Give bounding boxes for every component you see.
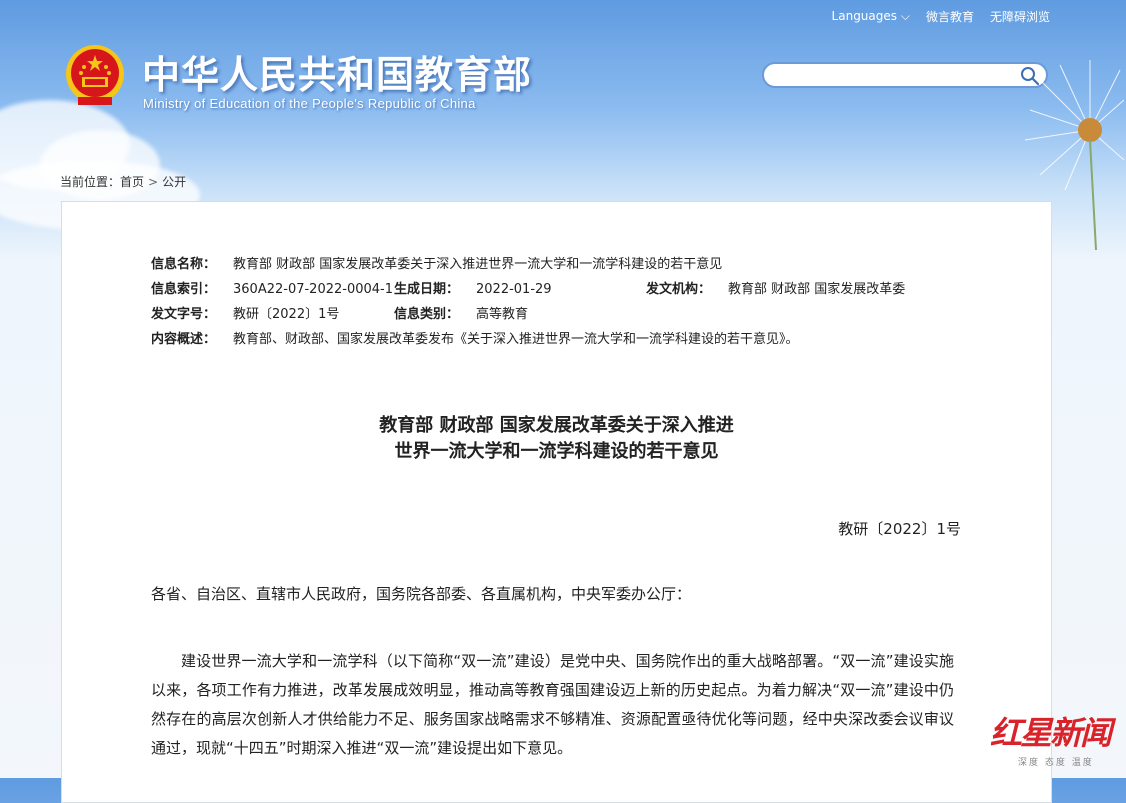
accessibility-link[interactable]: 无障碍浏览 — [990, 8, 1050, 25]
document-title-line2: 世界一流大学和一流学科建设的若干意见 — [394, 441, 719, 462]
chevron-right-icon: > — [148, 175, 159, 189]
meta-index-label: 信息索引： — [151, 282, 217, 297]
search-input[interactable] — [776, 64, 1020, 88]
weiyan-link[interactable]: 微言教育 — [926, 8, 974, 25]
meta-summary-label: 内容概述： — [151, 332, 217, 347]
breadcrumb-home[interactable]: 首页 — [120, 175, 144, 189]
meta-category-label: 信息类别： — [394, 307, 460, 322]
watermark-slogan: 深度 态度 温度 — [1018, 758, 1094, 768]
breadcrumb: 当前位置：首页 > 公开 — [60, 173, 186, 190]
meta-docnum-value: 教研〔2022〕1号 — [233, 307, 340, 322]
site-title: 中华人民共和国教育部 — [142, 53, 533, 97]
meta-name-label: 信息名称： — [151, 257, 217, 272]
languages-menu[interactable]: Languages ⌵ — [832, 9, 910, 24]
national-emblem-icon — [66, 45, 124, 105]
watermark-logo: 红星新闻 — [990, 714, 1112, 752]
chevron-down-icon: ⌵ — [900, 9, 910, 23]
breadcrumb-prefix: 当前位置： — [60, 175, 121, 189]
document-title: 教育部 财政部 国家发展改革委关于深入推进 世界一流大学和一流学科建设的若干意见 — [62, 413, 1051, 465]
meta-docnum-label: 发文字号： — [151, 307, 217, 322]
meta-date-value: 2022-01-29 — [476, 282, 552, 297]
meta-index-value: 360A22-07-2022-0004-1 — [233, 282, 393, 297]
document-addressee: 各省、自治区、直辖市人民政府，国务院各部委、各直属机构，中央军委办公厅： — [151, 585, 692, 603]
meta-date-label: 生成日期： — [394, 282, 460, 297]
top-nav: Languages ⌵ 微言教育 无障碍浏览 — [832, 8, 1050, 25]
languages-label: Languages — [831, 9, 898, 23]
meta-summary-value: 教育部、财政部、国家发展改革委发布《关于深入推进世界一流大学和一流学科建设的若干… — [233, 332, 799, 347]
meta-org-value: 教育部 财政部 国家发展改革委 — [728, 282, 906, 297]
site-subtitle: Ministry of Education of the People's Re… — [143, 96, 476, 111]
content-panel: 信息名称： 教育部 财政部 国家发展改革委关于深入推进世界一流大学和一流学科建设… — [61, 201, 1052, 803]
document-paragraph: 建设世界一流大学和一流学科（以下简称“双一流”建设）是党中央、国务院作出的重大战… — [151, 652, 954, 757]
document-number: 教研〔2022〕1号 — [838, 520, 961, 538]
breadcrumb-current[interactable]: 公开 — [162, 175, 186, 189]
meta-org-label: 发文机构： — [646, 282, 712, 297]
document-title-line1: 教育部 财政部 国家发展改革委关于深入推进 — [379, 415, 734, 436]
meta-category-value: 高等教育 — [476, 307, 529, 322]
hongxing-news-watermark: 红星新闻 深度 态度 温度 — [990, 708, 1118, 770]
meta-name-value: 教育部 财政部 国家发展改革委关于深入推进世界一流大学和一流学科建设的若干意见 — [233, 257, 723, 272]
